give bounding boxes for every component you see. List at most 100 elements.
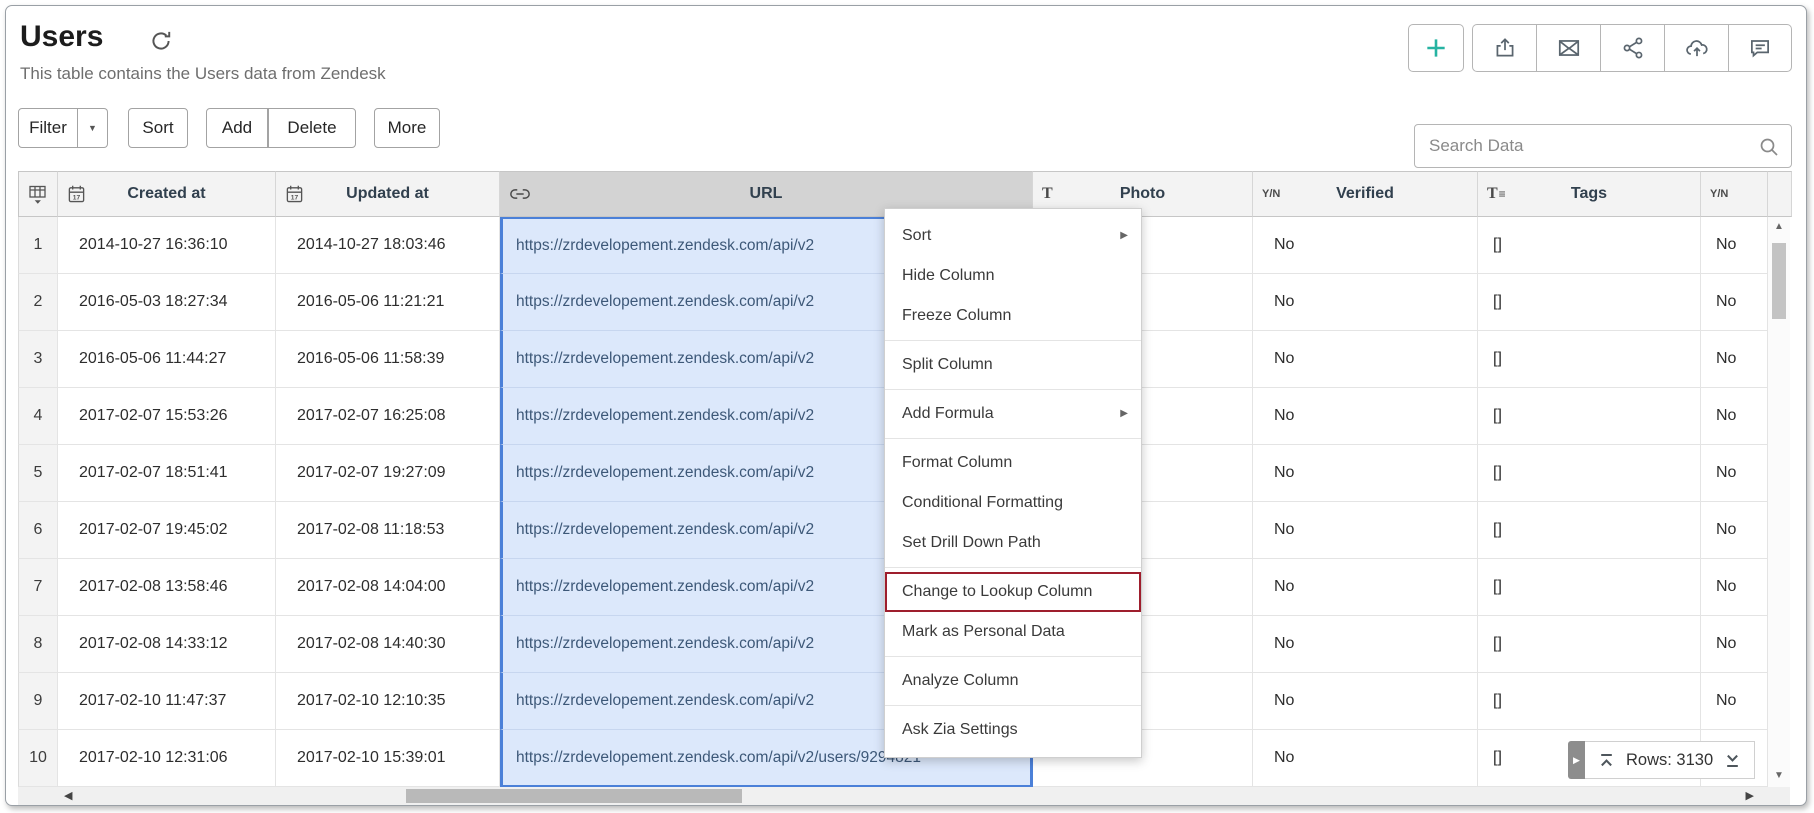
cell-tags[interactable]: [] — [1478, 445, 1701, 502]
row-number[interactable]: 9 — [18, 673, 58, 730]
cell-tags[interactable]: [] — [1478, 673, 1701, 730]
row-number[interactable]: 5 — [18, 445, 58, 502]
cell-updated-at[interactable]: 2017-02-07 19:27:09 — [276, 445, 500, 502]
menu-item-change-to-lookup-column[interactable]: Change to Lookup Column — [885, 572, 1141, 612]
cell-yn[interactable]: No — [1701, 388, 1768, 445]
cell-updated-at[interactable]: 2017-02-08 11:18:53 — [276, 502, 500, 559]
cell-updated-at[interactable]: 2016-05-06 11:21:21 — [276, 274, 500, 331]
cell-verified[interactable]: No — [1253, 673, 1478, 730]
horizontal-scrollbar[interactable]: ◀ ▶ — [18, 787, 1790, 805]
menu-item-conditional-formatting[interactable]: Conditional Formatting — [885, 483, 1141, 523]
collapse-tab[interactable]: ▶ — [1568, 741, 1585, 779]
go-to-bottom-button[interactable] — [1724, 752, 1741, 769]
cell-verified[interactable]: No — [1253, 730, 1478, 787]
cell-created-at[interactable]: 2017-02-10 11:47:37 — [58, 673, 276, 730]
export-button[interactable] — [1472, 24, 1536, 72]
row-number[interactable]: 10 — [18, 730, 58, 787]
menu-item-analyze-column[interactable]: Analyze Column — [885, 661, 1141, 701]
filter-dropdown-button[interactable]: ▼ — [78, 108, 108, 148]
cell-yn[interactable]: No — [1701, 559, 1768, 616]
menu-item-ask-zia-settings[interactable]: Ask Zia Settings — [885, 710, 1141, 750]
row-number[interactable]: 2 — [18, 274, 58, 331]
add-row-button[interactable]: Add — [206, 108, 268, 148]
cell-created-at[interactable]: 2016-05-03 18:27:34 — [58, 274, 276, 331]
cell-updated-at[interactable]: 2017-02-07 16:25:08 — [276, 388, 500, 445]
more-button[interactable]: More — [374, 108, 440, 148]
cell-created-at[interactable]: 2016-05-06 11:44:27 — [58, 331, 276, 388]
vertical-scrollbar[interactable]: ▲ ▼ — [1768, 217, 1790, 787]
cloud-upload-button[interactable] — [1664, 24, 1728, 72]
cell-tags[interactable]: [] — [1478, 616, 1701, 673]
cell-updated-at[interactable]: 2016-05-06 11:58:39 — [276, 331, 500, 388]
menu-item-add-formula[interactable]: Add Formula▶ — [885, 394, 1141, 434]
cell-verified[interactable]: No — [1253, 559, 1478, 616]
delete-button[interactable]: Delete — [268, 108, 356, 148]
row-number[interactable]: 8 — [18, 616, 58, 673]
cell-yn[interactable]: No — [1701, 331, 1768, 388]
row-number[interactable]: 7 — [18, 559, 58, 616]
row-number[interactable]: 1 — [18, 217, 58, 274]
cell-created-at[interactable]: 2017-02-07 15:53:26 — [58, 388, 276, 445]
cell-tags[interactable]: [] — [1478, 217, 1701, 274]
cell-updated-at[interactable]: 2017-02-10 12:10:35 — [276, 673, 500, 730]
scroll-up-icon[interactable]: ▲ — [1768, 221, 1790, 232]
cell-created-at[interactable]: 2014-10-27 16:36:10 — [58, 217, 276, 274]
cell-updated-at[interactable]: 2017-02-08 14:04:00 — [276, 559, 500, 616]
cell-created-at[interactable]: 2017-02-08 14:33:12 — [58, 616, 276, 673]
scroll-left-icon[interactable]: ◀ — [64, 789, 72, 802]
row-number[interactable]: 3 — [18, 331, 58, 388]
add-button[interactable] — [1408, 24, 1464, 72]
cell-yn[interactable]: No — [1701, 673, 1768, 730]
cell-verified[interactable]: No — [1253, 274, 1478, 331]
select-all-header[interactable] — [18, 171, 58, 217]
cell-created-at[interactable]: 2017-02-07 18:51:41 — [58, 445, 276, 502]
share-button[interactable] — [1600, 24, 1664, 72]
column-header-created-at[interactable]: 17 Created at — [58, 171, 276, 217]
cell-created-at[interactable]: 2017-02-08 13:58:46 — [58, 559, 276, 616]
column-header-tags[interactable]: T≡ Tags — [1478, 171, 1701, 217]
vertical-scroll-thumb[interactable] — [1772, 243, 1786, 319]
sort-button[interactable]: Sort — [128, 108, 188, 148]
cell-tags[interactable]: [] — [1478, 559, 1701, 616]
cell-updated-at[interactable]: 2017-02-10 15:39:01 — [276, 730, 500, 787]
filter-button[interactable]: Filter — [18, 108, 78, 148]
email-button[interactable] — [1536, 24, 1600, 72]
scroll-down-icon[interactable]: ▼ — [1768, 770, 1790, 781]
cell-updated-at[interactable]: 2017-02-08 14:40:30 — [276, 616, 500, 673]
menu-item-freeze-column[interactable]: Freeze Column — [885, 296, 1141, 336]
column-header-clipped[interactable]: Y/N — [1701, 171, 1768, 217]
comment-button[interactable] — [1728, 24, 1792, 72]
menu-item-sort[interactable]: Sort▶ — [885, 216, 1141, 256]
menu-item-format-column[interactable]: Format Column — [885, 443, 1141, 483]
cell-tags[interactable]: [] — [1478, 502, 1701, 559]
cell-tags[interactable]: [] — [1478, 274, 1701, 331]
column-header-verified[interactable]: Y/N Verified — [1253, 171, 1478, 217]
cell-verified[interactable]: No — [1253, 331, 1478, 388]
cell-tags[interactable]: [] — [1478, 331, 1701, 388]
horizontal-scroll-thumb[interactable] — [406, 789, 742, 803]
refresh-icon[interactable] — [148, 28, 174, 54]
menu-item-split-column[interactable]: Split Column — [885, 345, 1141, 385]
cell-tags[interactable]: [] — [1478, 388, 1701, 445]
search-input[interactable] — [1415, 125, 1791, 167]
cell-verified[interactable]: No — [1253, 616, 1478, 673]
column-header-updated-at[interactable]: 17 Updated at — [276, 171, 500, 217]
cell-verified[interactable]: No — [1253, 217, 1478, 274]
menu-item-hide-column[interactable]: Hide Column — [885, 256, 1141, 296]
cell-created-at[interactable]: 2017-02-10 12:31:06 — [58, 730, 276, 787]
cell-verified[interactable]: No — [1253, 445, 1478, 502]
cell-yn[interactable]: No — [1701, 445, 1768, 502]
cell-updated-at[interactable]: 2014-10-27 18:03:46 — [276, 217, 500, 274]
cell-yn[interactable]: No — [1701, 217, 1768, 274]
row-number[interactable]: 6 — [18, 502, 58, 559]
menu-item-set-drill-down-path[interactable]: Set Drill Down Path — [885, 523, 1141, 563]
cell-verified[interactable]: No — [1253, 388, 1478, 445]
scroll-right-icon[interactable]: ▶ — [1746, 789, 1754, 802]
cell-verified[interactable]: No — [1253, 502, 1478, 559]
go-to-top-button[interactable] — [1598, 752, 1615, 769]
cell-yn[interactable]: No — [1701, 502, 1768, 559]
menu-item-mark-as-personal-data[interactable]: Mark as Personal Data — [885, 612, 1141, 652]
cell-yn[interactable]: No — [1701, 616, 1768, 673]
row-number[interactable]: 4 — [18, 388, 58, 445]
cell-yn[interactable]: No — [1701, 274, 1768, 331]
